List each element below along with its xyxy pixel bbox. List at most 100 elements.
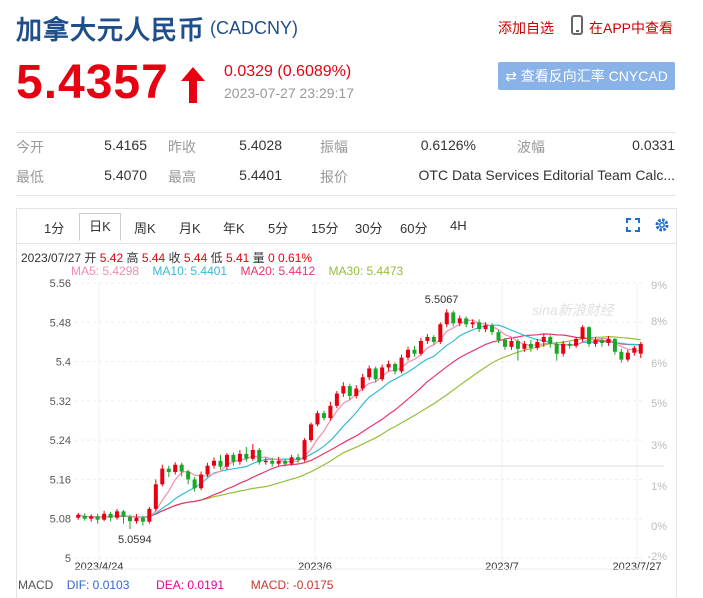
candle-body — [638, 343, 643, 354]
y-tick-label: 5.4 — [56, 357, 71, 369]
tab-15min[interactable]: 15分 — [311, 218, 338, 237]
macd-value: MACD: -0.0175 — [250, 578, 334, 592]
candle-body — [218, 460, 223, 467]
candle-body — [554, 343, 559, 354]
candle-body — [483, 325, 488, 330]
stats-table: 今开 5.4165 昨收 5.4028 振幅 0.6126% 波幅 0.0331… — [16, 132, 676, 196]
macd-dif: DIF: 0.0103 — [66, 578, 130, 592]
candle-body — [444, 312, 449, 325]
fullscreen-icon[interactable] — [626, 218, 640, 232]
kline-vol: 0 — [268, 251, 275, 265]
candle-body — [393, 364, 398, 372]
candle-body — [541, 337, 546, 342]
y-tick-label: 5.48 — [50, 317, 71, 329]
candle-body — [127, 516, 132, 522]
candle-body — [95, 516, 100, 520]
stat-label: 最低 — [16, 169, 44, 185]
candle-body — [160, 468, 165, 485]
kline-open-label: 开 — [84, 251, 97, 265]
candle-body — [205, 465, 210, 475]
y-tick-label: 5.08 — [50, 514, 71, 526]
candle-body — [354, 388, 359, 396]
stat-value: 5.4401 — [239, 167, 282, 183]
candle-body — [632, 347, 637, 353]
candle-body — [186, 471, 191, 480]
candle-body — [580, 327, 585, 339]
currency-code: (CADCNY) — [210, 18, 298, 38]
candle-body — [386, 364, 391, 368]
tab-4h[interactable]: 4H — [450, 218, 467, 233]
candle-body — [606, 338, 611, 343]
x-tick-label: 2023/7/27 — [613, 561, 662, 573]
candle-body — [399, 357, 404, 372]
candle-body — [257, 449, 262, 463]
candle-body — [283, 460, 288, 464]
kline-high: 5.44 — [141, 251, 166, 265]
candle-body — [599, 339, 604, 343]
candle-body — [438, 324, 443, 342]
phone-icon[interactable] — [571, 15, 583, 35]
candle-body — [612, 338, 617, 352]
settings-icon[interactable] — [654, 217, 670, 233]
x-tick-label: 2023/7 — [485, 561, 519, 573]
stat-label: 报价 — [320, 169, 348, 185]
candle-body — [134, 517, 139, 522]
candle-body — [470, 322, 475, 325]
candle-body — [490, 325, 495, 333]
tab-30min[interactable]: 30分 — [355, 218, 382, 237]
kline-chart[interactable]: 5.56 5.48 5.4 5.32 5.24 5.16 5.08 5 9% 8% 6% 5% 3% 1%… — [17, 273, 676, 573]
quote-time: 2023-07-27 23:29:17 — [224, 85, 354, 101]
period-tabs: 1分 日K 周K 月K 年K 5分 15分 30分 60分 4H — [17, 209, 676, 244]
y-tick-label: 5.24 — [50, 435, 71, 447]
reverse-rate-button[interactable]: ⇄ 查看反向汇率 CNYCAD — [498, 62, 675, 90]
pct-tick-label: 0% — [651, 521, 667, 533]
candle-body — [561, 343, 566, 354]
candle-body — [380, 367, 385, 380]
candle-body — [347, 386, 352, 396]
x-tick-label: 2023/6 — [298, 561, 332, 573]
macd-dea: DEA: 0.0191 — [156, 578, 225, 592]
view-in-app-link[interactable]: 在APP中查看 — [589, 18, 673, 38]
tab-yearly[interactable]: 年K — [223, 218, 245, 237]
tab-monthly[interactable]: 月K — [179, 218, 201, 237]
macd-legend: MACD DIF: 0.0103 DEA: 0.0191 MACD: -0.01… — [18, 578, 333, 592]
pct-tick-label: 1% — [651, 481, 667, 493]
candle-body — [121, 511, 126, 517]
ma30-line — [78, 335, 641, 519]
tab-1min[interactable]: 1分 — [44, 218, 64, 237]
stat-label: 最高 — [168, 169, 196, 185]
add-favorite-link[interactable]: 添加自选 — [498, 18, 554, 38]
current-price: 5.4357 — [16, 56, 169, 109]
low-annotation: 5.0594 — [118, 534, 152, 546]
stat-label: 昨收 — [168, 139, 196, 155]
candle-body — [567, 343, 572, 346]
chart-panel: 1分 日K 周K 月K 年K 5分 15分 30分 60分 4H 2023/07… — [16, 208, 677, 598]
candle-body — [76, 514, 81, 518]
candle-body — [270, 460, 275, 464]
candle-body — [593, 339, 598, 344]
tab-weekly[interactable]: 周K — [134, 218, 156, 237]
kline-low-label: 低 — [210, 251, 223, 265]
candle-body — [515, 340, 520, 349]
candle-body — [192, 479, 197, 489]
tab-daily[interactable]: 日K — [79, 213, 121, 241]
tab-5min[interactable]: 5分 — [268, 218, 288, 237]
candle-body — [82, 515, 87, 519]
high-annotation: 5.5067 — [425, 294, 459, 306]
candle-body — [263, 460, 268, 463]
candle-body — [328, 405, 333, 419]
candle-body — [315, 413, 320, 425]
candle-body — [296, 457, 301, 460]
stats-row: 今开 5.4165 昨收 5.4028 振幅 0.6126% 波幅 0.0331 — [16, 133, 676, 163]
candle-body — [231, 454, 236, 462]
stat-label: 今开 — [16, 139, 44, 155]
tab-60min[interactable]: 60分 — [400, 218, 427, 237]
candle-body — [457, 318, 462, 324]
candle-body — [289, 457, 294, 464]
stat-value: 5.4028 — [239, 137, 282, 153]
y-tick-label: 5 — [65, 553, 71, 565]
candle-body — [619, 351, 624, 360]
price-change: 0.0329 (0.6089%) — [224, 63, 352, 80]
candle-body — [173, 464, 178, 473]
candle-body — [341, 386, 346, 394]
